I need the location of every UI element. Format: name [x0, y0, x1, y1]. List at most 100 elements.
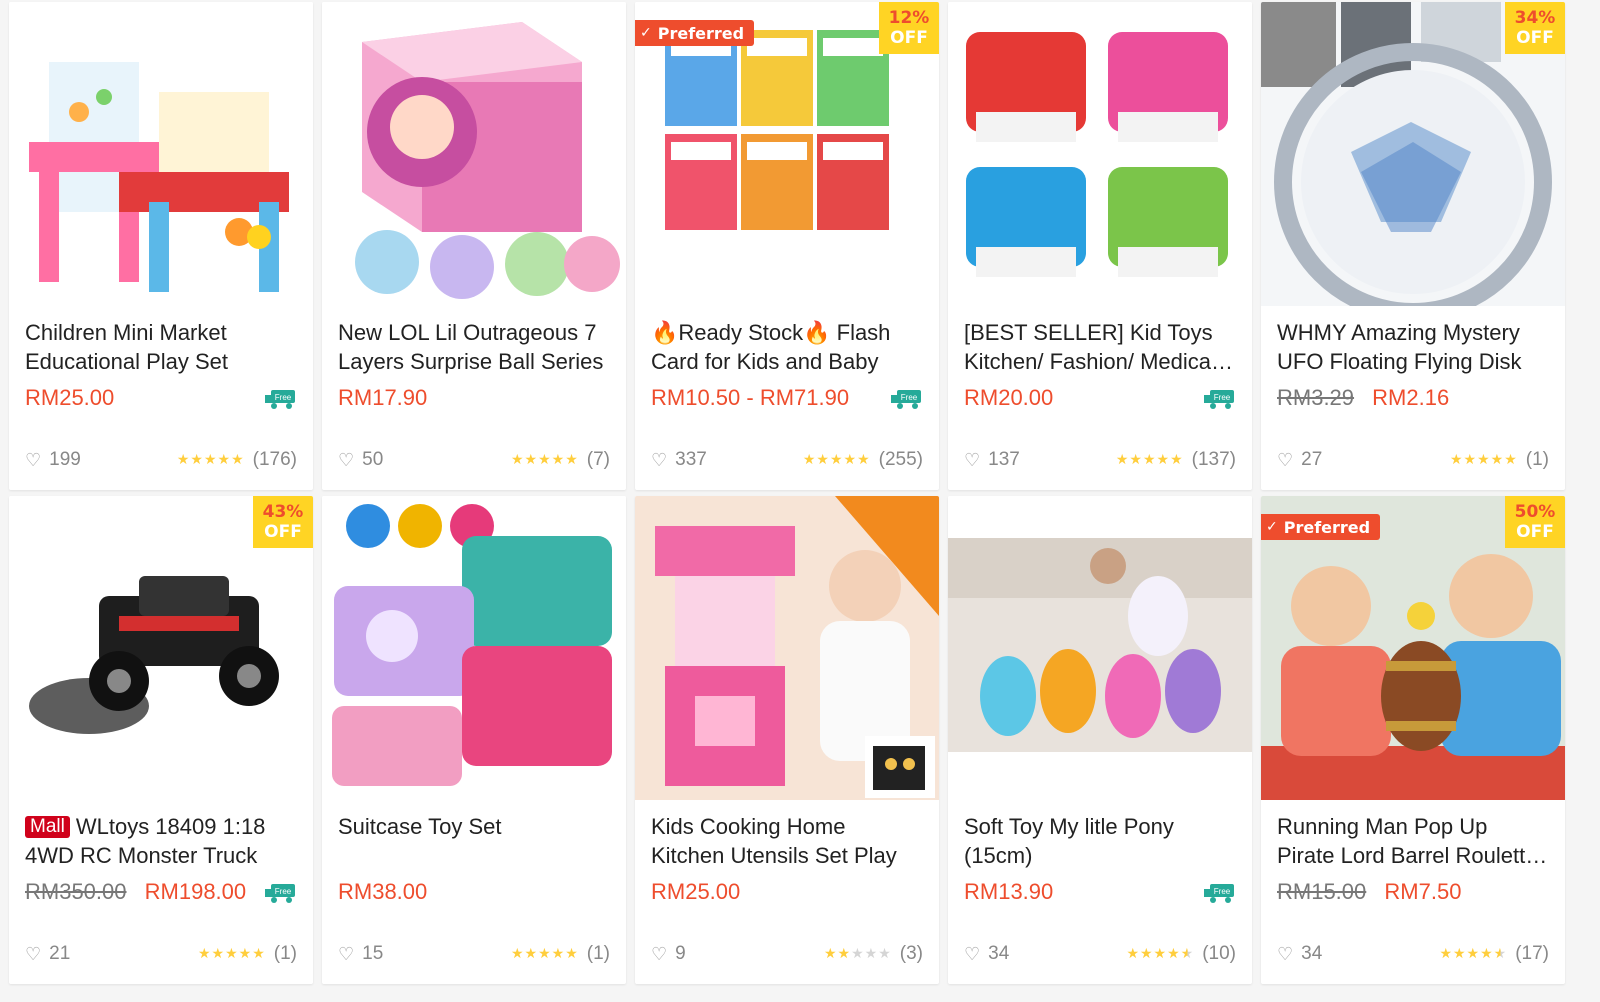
star-rating-icon: ★★★★★ [1115, 452, 1184, 468]
discount-badge: 50% OFF [1505, 496, 1565, 548]
product-price: RM17.90 [338, 385, 428, 410]
like-button[interactable]: ♡ 21 [25, 943, 70, 965]
rating: ★★★★★ (3) [824, 943, 923, 965]
product-title[interactable]: Soft Toy My litle Pony (15cm) [964, 812, 1236, 870]
star-rating-icon: ★★★★★ [823, 946, 892, 962]
heart-icon: ♡ [338, 943, 355, 965]
product-card-cooking-kitchen[interactable]: Kids Cooking Home Kitchen Utensils Set P… [635, 496, 939, 984]
like-count: 137 [988, 449, 1020, 470]
product-title[interactable]: WHMY Amazing Mystery UFO Floating Flying… [1277, 318, 1549, 376]
check-icon: ✓ [1266, 519, 1278, 535]
product-title[interactable]: Children Mini Market Educational Play Se… [25, 318, 297, 376]
product-title[interactable]: New LOL Lil Outrageous 7 Layers Surprise… [338, 318, 610, 376]
review-count: (137) [1191, 449, 1236, 470]
rating: ★★★★★ (1) [198, 943, 297, 965]
discount-badge: 43% OFF [253, 496, 313, 548]
heart-icon: ♡ [964, 943, 981, 965]
price-row: RM13.90 [964, 879, 1053, 905]
card-footer: ♡ 15 ★★★★★ (1) [338, 942, 610, 966]
price-row: RM25.00 [25, 385, 114, 411]
product-image[interactable] [948, 2, 1252, 306]
product-price: RM25.00 [651, 879, 741, 904]
review-count: (1) [586, 943, 610, 964]
svg-text:Free: Free [1214, 393, 1231, 402]
original-price: RM15.00 [1277, 879, 1367, 904]
star-rating-icon: ★★★★★ [1439, 946, 1508, 962]
like-button[interactable]: ♡ 9 [651, 943, 686, 965]
preferred-badge: ✓ Preferred [1261, 514, 1381, 540]
product-image[interactable] [635, 496, 939, 800]
heart-icon: ♡ [1277, 943, 1294, 965]
star-rating-icon: ★★★★★ [198, 946, 266, 962]
product-card-flash-card[interactable]: ✓ Preferred 12% OFF 🔥Ready Stock🔥 Flash … [635, 2, 939, 490]
product-title[interactable]: 🔥Ready Stock🔥 Flash Card for Kids and Ba… [651, 318, 923, 376]
product-price: RM10.50 - RM71.90 [651, 385, 850, 410]
card-footer: ♡ 337 ★★★★★ (255) [651, 448, 923, 472]
product-card-pirate-barrel[interactable]: ✓ Preferred 50% OFF Running Man Pop Up P… [1261, 496, 1565, 984]
review-count: (3) [899, 943, 923, 964]
product-image[interactable] [948, 496, 1252, 800]
rating: ★★★★★ (1) [511, 943, 610, 965]
product-card-pony[interactable]: Soft Toy My litle Pony (15cm) RM13.90 Fr… [948, 496, 1252, 984]
star-rating-icon: ★★★★★ [511, 452, 579, 468]
like-button[interactable]: ♡ 199 [25, 449, 81, 471]
like-count: 34 [988, 943, 1010, 964]
product-card-mini-market[interactable]: Children Mini Market Educational Play Se… [9, 2, 313, 490]
like-count: 50 [362, 449, 384, 470]
price-row: RM38.00 [338, 879, 427, 905]
like-count: 27 [1301, 449, 1323, 470]
product-card-ufo[interactable]: 34% OFF WHMY Amazing Mystery UFO Floatin… [1261, 2, 1565, 490]
like-count: 9 [675, 943, 686, 964]
product-price: RM7.50 [1384, 879, 1462, 904]
card-footer: ♡ 27 ★★★★★ (1) [1277, 448, 1549, 472]
product-title[interactable]: [BEST SELLER] Kid Toys Kitchen/ Fashion/… [964, 318, 1236, 376]
price-row: RM15.00 RM7.50 [1277, 879, 1461, 905]
product-image[interactable] [322, 2, 626, 306]
product-image[interactable] [9, 2, 313, 306]
product-image[interactable] [322, 496, 626, 800]
free-shipping-icon: Free [891, 390, 921, 409]
svg-text:Free: Free [275, 393, 292, 402]
heart-icon: ♡ [651, 449, 668, 471]
product-title[interactable]: Mall WLtoys 18409 1:18 4WD RC Monster Tru… [25, 812, 297, 870]
like-count: 337 [675, 449, 707, 470]
price-row: RM20.00 [964, 385, 1053, 411]
like-button[interactable]: ♡ 34 [964, 943, 1009, 965]
like-count: 199 [49, 449, 81, 470]
rating: ★★★★★ (137) [1116, 449, 1236, 471]
product-price: RM20.00 [964, 385, 1054, 410]
like-count: 34 [1301, 943, 1323, 964]
card-footer: ♡ 50 ★★★★★ (7) [338, 448, 610, 472]
preferred-badge: ✓ Preferred [635, 20, 755, 46]
like-button[interactable]: ♡ 34 [1277, 943, 1322, 965]
review-count: (1) [273, 943, 297, 964]
original-price: RM350.00 [25, 879, 127, 904]
review-count: (10) [1202, 943, 1236, 964]
heart-icon: ♡ [964, 449, 981, 471]
star-rating-icon: ★★★★★ [1450, 452, 1518, 468]
like-button[interactable]: ♡ 27 [1277, 449, 1322, 471]
review-count: (7) [586, 449, 610, 470]
like-button[interactable]: ♡ 50 [338, 449, 383, 471]
rating: ★★★★★ (1) [1450, 449, 1549, 471]
svg-text:Free: Free [901, 393, 918, 402]
price-row: RM17.90 [338, 385, 427, 411]
svg-text:Free: Free [1214, 887, 1231, 896]
product-card-lol[interactable]: New LOL Lil Outrageous 7 Layers Surprise… [322, 2, 626, 490]
like-button[interactable]: ♡ 137 [964, 449, 1020, 471]
product-title[interactable]: Running Man Pop Up Pirate Lord Barrel Ro… [1277, 812, 1549, 870]
product-title[interactable]: Kids Cooking Home Kitchen Utensils Set P… [651, 812, 923, 870]
product-card-suitcase[interactable]: Suitcase Toy Set RM38.00 ♡ 15 ★★★★★ (1) [322, 496, 626, 984]
like-button[interactable]: ♡ 337 [651, 449, 707, 471]
like-count: 21 [49, 943, 71, 964]
review-count: (1) [1525, 449, 1549, 470]
like-button[interactable]: ♡ 15 [338, 943, 383, 965]
product-title[interactable]: Suitcase Toy Set [338, 812, 610, 870]
product-card-kid-toys[interactable]: [BEST SELLER] Kid Toys Kitchen/ Fashion/… [948, 2, 1252, 490]
product-card-rc-truck[interactable]: 43% OFF Mall WLtoys 18409 1:18 4WD RC Mon… [9, 496, 313, 984]
card-footer: ♡ 9 ★★★★★ (3) [651, 942, 923, 966]
heart-icon: ♡ [25, 449, 42, 471]
card-footer: ♡ 199 ★★★★★ (176) [25, 448, 297, 472]
discount-badge: 34% OFF [1505, 2, 1565, 54]
star-rating-icon: ★★★★★ [1126, 946, 1195, 962]
